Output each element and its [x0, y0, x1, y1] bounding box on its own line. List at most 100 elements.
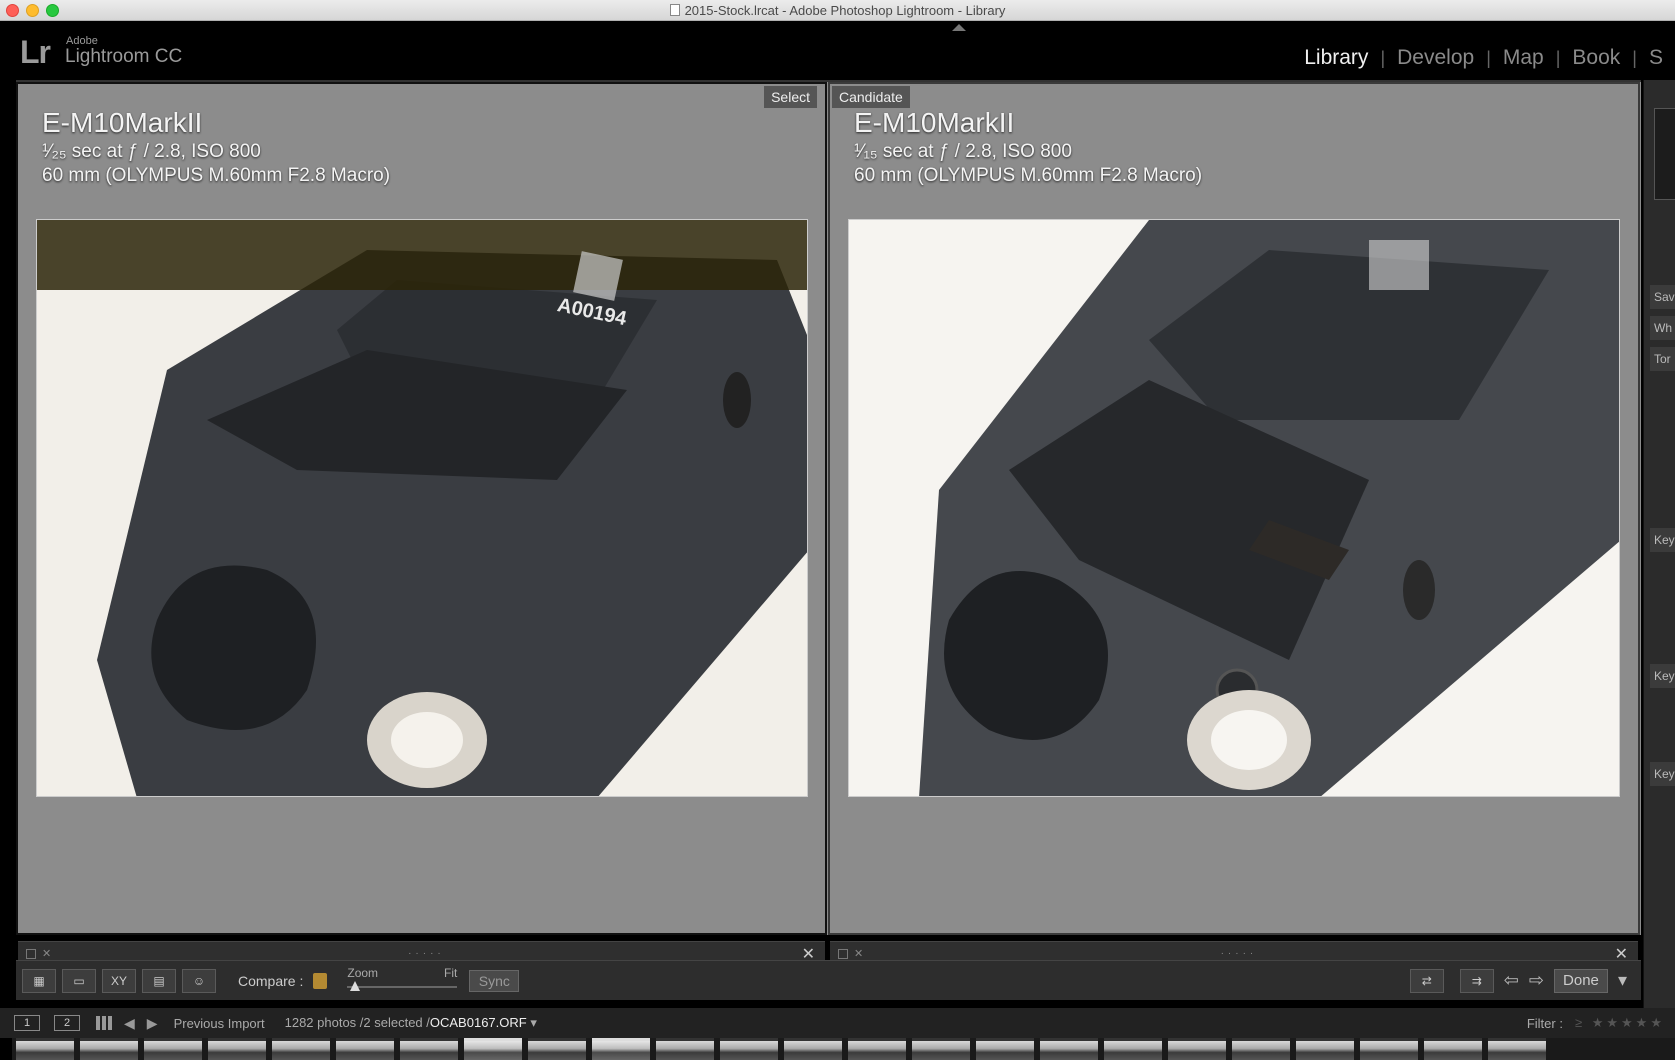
filmstrip-thumbnail[interactable] [1360, 1038, 1418, 1060]
filmstrip-thumbnail[interactable] [1424, 1038, 1482, 1060]
candidate-pane[interactable]: Candidate E-M10MarkII ¹⁄₁₅ sec at ƒ / 2.… [828, 82, 1640, 965]
back-arrow-icon[interactable]: ◀ [124, 1015, 135, 1032]
compare-view: Select E-M10MarkII ¹⁄₂₅ sec at ƒ / 2.8, … [16, 80, 1641, 965]
identity-product-name: Lightroom CC [65, 46, 183, 67]
filmstrip [12, 1038, 1675, 1060]
pick-flag-icon[interactable] [838, 948, 848, 959]
filmstrip-thumbnail[interactable] [1104, 1038, 1162, 1060]
next-arrow-icon[interactable]: ⇨ [1529, 970, 1544, 991]
saved-preset-item[interactable]: Sav [1650, 285, 1675, 309]
compare-label: Compare : [238, 972, 304, 989]
white-balance-item[interactable]: Wh [1650, 316, 1675, 340]
survey-view-button[interactable]: ▤ [142, 968, 176, 993]
rating-dots[interactable]: ····· [51, 948, 801, 959]
forward-arrow-icon[interactable]: ▶ [147, 1015, 158, 1032]
filmstrip-thumbnail[interactable] [272, 1038, 330, 1060]
candidate-photo[interactable] [848, 219, 1620, 797]
histogram [1654, 108, 1675, 200]
selected-filename: OCAB0167.ORF [429, 1015, 527, 1030]
grid-view-button[interactable]: ▦ [22, 968, 56, 993]
rating-dots[interactable]: ····· [863, 948, 1614, 959]
sync-button[interactable]: Sync [469, 969, 520, 992]
tone-control-item[interactable]: Tor [1650, 347, 1675, 371]
filmstrip-thumbnail[interactable] [80, 1038, 138, 1060]
module-map[interactable]: Map [1491, 46, 1556, 70]
candidate-tag: Candidate [832, 86, 910, 108]
reject-flag-icon[interactable]: ✕ [42, 947, 51, 960]
window-title-text: 2015-Stock.lrcat - Adobe Photoshop Light… [684, 3, 1006, 18]
filmstrip-thumbnail-selected[interactable] [464, 1038, 522, 1060]
collapse-top-panel-icon[interactable] [952, 24, 966, 31]
module-library[interactable]: Library [1292, 46, 1380, 70]
select-photo[interactable]: A00194 [36, 219, 808, 797]
right-panel: Sav Wh Tor Key Key Key [1643, 80, 1675, 1015]
compare-view-button[interactable]: XY [102, 968, 136, 993]
people-view-button[interactable]: ☺ [182, 968, 216, 993]
photo-count-text: 1282 photos /2 selected / [284, 1015, 430, 1030]
reject-flag-icon[interactable]: ✕ [854, 947, 863, 960]
previous-arrow-icon[interactable]: ⇦ [1504, 970, 1519, 991]
filmstrip-thumbnail[interactable] [1488, 1038, 1546, 1060]
select-info-overlay: E-M10MarkII ¹⁄₂₅ sec at ƒ / 2.8, ISO 800… [42, 106, 390, 188]
select-lens: 60 mm (OLYMPUS M.60mm F2.8 Macro) [42, 165, 391, 186]
zoom-track[interactable] [347, 985, 458, 988]
window-1-button[interactable]: 1 [14, 1015, 40, 1031]
filmstrip-thumbnail[interactable] [784, 1038, 842, 1060]
select-camera: E-M10MarkII [42, 107, 203, 138]
module-book[interactable]: Book [1560, 46, 1632, 70]
module-picker: Library | Develop | Map | Book | S [1292, 46, 1675, 70]
filmstrip-thumbnail[interactable] [528, 1038, 586, 1060]
select-tag: Select [764, 86, 817, 108]
window-title-bar: 2015-Stock.lrcat - Adobe Photoshop Light… [0, 0, 1675, 21]
keyword-list-item[interactable]: Key [1650, 664, 1675, 688]
document-icon [669, 4, 680, 16]
filmstrip-thumbnail[interactable] [1168, 1038, 1226, 1060]
grid-icon[interactable] [96, 1016, 112, 1030]
select-photo-image: A00194 [37, 220, 807, 796]
filmstrip-thumbnail[interactable] [336, 1038, 394, 1060]
window-2-button[interactable]: 2 [54, 1015, 80, 1031]
candidate-info-overlay: E-M10MarkII ¹⁄₁₅ sec at ƒ / 2.8, ISO 800… [854, 106, 1202, 188]
candidate-exposure: ¹⁄₁₅ sec at ƒ / 2.8, ISO 800 [854, 141, 1072, 162]
zoom-label: Zoom [347, 965, 379, 980]
filmstrip-header: 1 2 ◀ ▶ Previous Import 1282 photos /2 s… [0, 1008, 1675, 1038]
filmstrip-thumbnail[interactable] [848, 1038, 906, 1060]
keywording-item[interactable]: Key [1650, 528, 1675, 552]
filmstrip-thumbnail[interactable] [1040, 1038, 1098, 1060]
filter-star-rating[interactable]: ≥ ★★★★★ [1575, 1015, 1665, 1031]
lightroom-logo: Lr [20, 34, 51, 70]
module-develop[interactable]: Develop [1385, 46, 1486, 70]
filmstrip-thumbnail[interactable] [912, 1038, 970, 1060]
filmstrip-thumbnail[interactable] [400, 1038, 458, 1060]
fit-label: Fit [444, 965, 458, 980]
filter-label: Filter : [1526, 1015, 1563, 1031]
done-button[interactable]: Done [1553, 968, 1608, 993]
swap-button[interactable]: ⇄ [1409, 968, 1444, 993]
toolbar-menu-chevron-icon[interactable]: ▾ [1618, 970, 1627, 991]
filmstrip-thumbnail[interactable] [1296, 1038, 1354, 1060]
candidate-lens: 60 mm (OLYMPUS M.60mm F2.8 Macro) [854, 165, 1203, 186]
filmstrip-thumbnail[interactable] [144, 1038, 202, 1060]
filmstrip-thumbnail[interactable] [208, 1038, 266, 1060]
zoom-slider[interactable]: Zoom Fit [347, 964, 458, 998]
filmstrip-thumbnail[interactable] [1232, 1038, 1290, 1060]
candidate-camera: E-M10MarkII [854, 107, 1015, 138]
make-select-button[interactable]: ⇉ [1459, 968, 1494, 993]
photo-count[interactable]: 1282 photos /2 selected /OCAB0167.ORF ▾ [285, 1015, 537, 1031]
filmstrip-thumbnail[interactable] [976, 1038, 1034, 1060]
select-pane[interactable]: Select E-M10MarkII ¹⁄₂₅ sec at ƒ / 2.8, … [16, 82, 827, 965]
filmstrip-thumbnail[interactable] [656, 1038, 714, 1060]
select-exposure: ¹⁄₂₅ sec at ƒ / 2.8, ISO 800 [42, 141, 261, 162]
candidate-photo-image [849, 220, 1619, 796]
zoom-thumb[interactable] [350, 980, 361, 991]
loupe-view-button[interactable]: ▭ [62, 968, 96, 993]
pick-flag-icon[interactable] [26, 948, 36, 959]
filmstrip-thumbnail[interactable] [16, 1038, 74, 1060]
keyword-item[interactable]: Key [1650, 762, 1675, 786]
module-slideshow[interactable]: S [1637, 46, 1675, 70]
filmstrip-source[interactable]: Previous Import [174, 1016, 265, 1031]
filmstrip-thumbnail[interactable] [720, 1038, 778, 1060]
toolbar-right-group: ⇄ ⇉ ⇦ ⇨ Done ▾ [1404, 968, 1627, 993]
filmstrip-thumbnail-selected[interactable] [592, 1038, 650, 1060]
lock-icon[interactable] [313, 972, 328, 989]
